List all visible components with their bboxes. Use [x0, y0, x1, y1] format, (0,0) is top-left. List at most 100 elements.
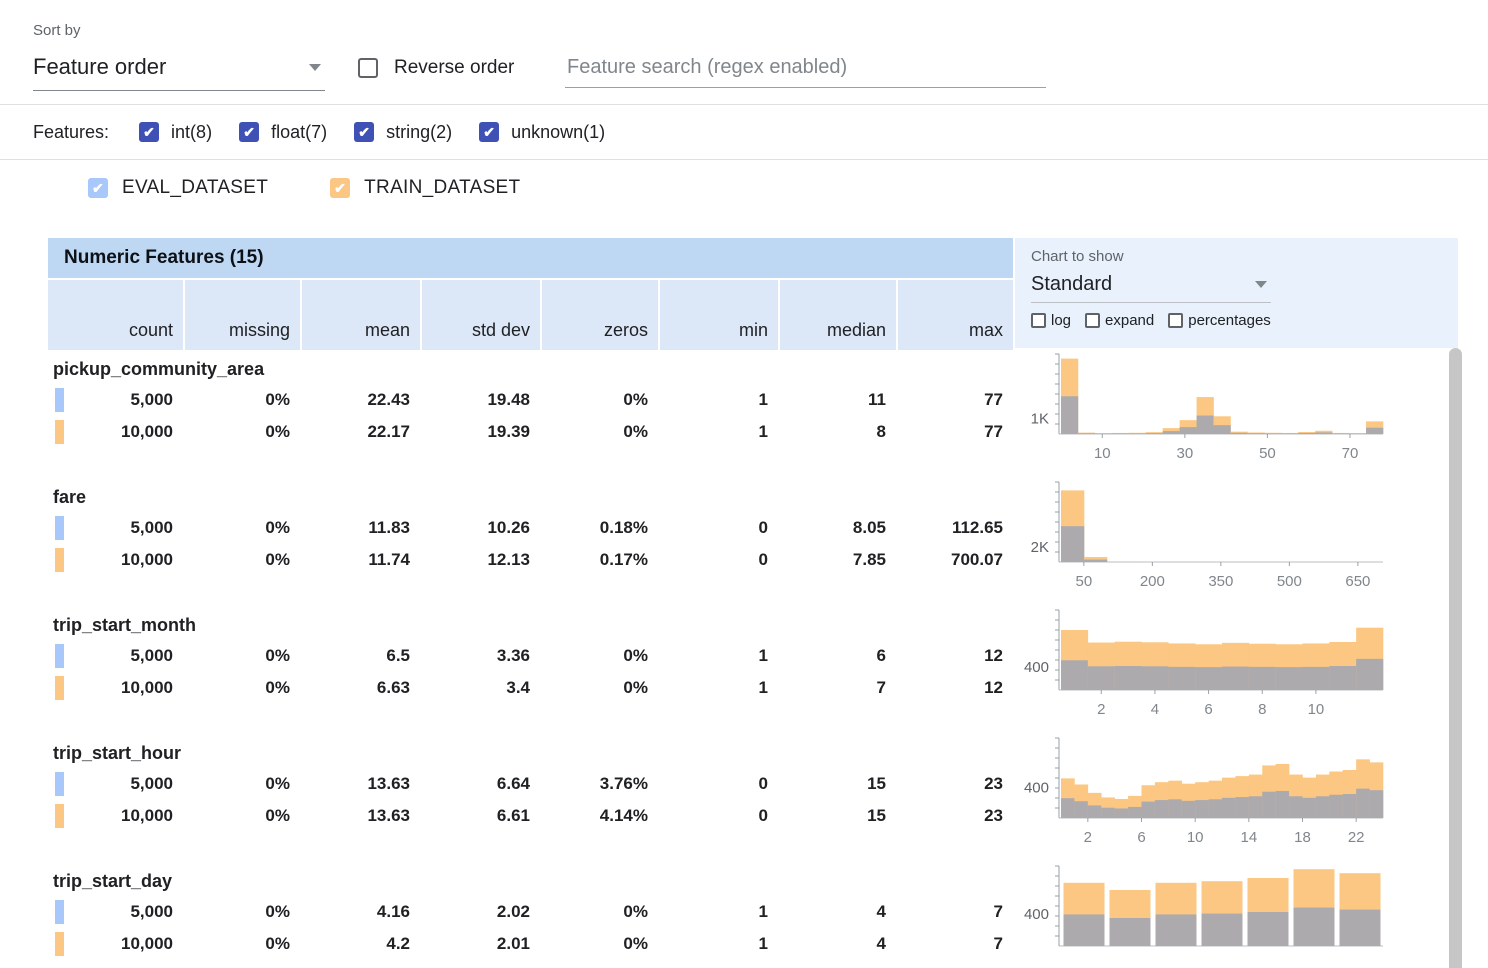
stat-cell-zeros: 3.76% [540, 774, 658, 794]
stat-value: 6.63 [377, 678, 410, 697]
stat-cell-min: 1 [658, 902, 778, 922]
stat-cell-count: 5,000 [48, 774, 183, 794]
stat-value: 5,000 [130, 518, 173, 537]
svg-text:400: 400 [1024, 780, 1049, 797]
column-header-zeros: zeros [540, 280, 658, 350]
stat-value: 7 [994, 934, 1003, 953]
checkbox-checked-icon[interactable] [139, 122, 159, 142]
stat-cell-std-dev: 19.48 [420, 390, 540, 410]
stat-value: 1 [759, 902, 768, 921]
svg-text:6: 6 [1137, 829, 1145, 846]
stat-value: 700.07 [951, 550, 1003, 569]
train-dataset-checkbox[interactable] [330, 178, 350, 198]
chart-type-dropdown[interactable]: Standard [1031, 265, 1271, 303]
svg-text:10: 10 [1094, 445, 1111, 462]
reverse-order-label: Reverse order [394, 57, 514, 79]
expand-checkbox[interactable] [1085, 313, 1100, 328]
checkbox-checked-icon[interactable] [354, 122, 374, 142]
eval-dataset-checkbox[interactable] [88, 178, 108, 198]
chart-option-checkboxes: log expand percentages [1031, 312, 1442, 329]
stat-value: 8 [877, 422, 886, 441]
filter-string[interactable]: string(2) [354, 122, 452, 143]
stat-cell-missing: 0% [183, 774, 300, 794]
stat-cell-median: 7 [778, 678, 896, 698]
svg-text:500: 500 [1277, 573, 1302, 590]
vertical-scrollbar[interactable] [1449, 348, 1462, 968]
stat-cell-std-dev: 3.36 [420, 646, 540, 666]
svg-text:650: 650 [1345, 573, 1370, 590]
histogram-pickup_community_area: 1K10305070 [1015, 352, 1395, 466]
histogram-fare: 2K50200350500650 [1015, 480, 1395, 594]
expand-option[interactable]: expand [1085, 312, 1154, 329]
eval-color-swatch [55, 644, 64, 668]
column-header-min: min [658, 280, 778, 350]
search-input[interactable] [565, 52, 1046, 88]
stat-cell-mean: 6.63 [300, 678, 420, 698]
stat-cell-median: 15 [778, 806, 896, 826]
stat-value: 1 [759, 422, 768, 441]
percentages-option[interactable]: percentages [1168, 312, 1271, 329]
feature-name: trip_start_month [48, 610, 1013, 640]
stat-cell-mean: 13.63 [300, 774, 420, 794]
histogram-trip_start_month: 400246810 [1015, 608, 1395, 722]
stat-cell-min: 0 [658, 774, 778, 794]
filter-int[interactable]: int(8) [139, 122, 212, 143]
filter-unknown[interactable]: unknown(1) [479, 122, 605, 143]
expand-label: expand [1105, 312, 1154, 329]
svg-text:10: 10 [1187, 829, 1204, 846]
stat-cell-mean: 11.74 [300, 550, 420, 570]
stat-cell-max: 12 [896, 646, 1013, 666]
reverse-order-checkbox[interactable] [358, 58, 378, 78]
stat-cell-count: 10,000 [48, 550, 183, 570]
log-checkbox[interactable] [1031, 313, 1046, 328]
filter-float[interactable]: float(7) [239, 122, 327, 143]
stat-cell-mean: 6.5 [300, 646, 420, 666]
stat-cell-median: 4 [778, 934, 896, 954]
stat-value: 5,000 [130, 902, 173, 921]
stat-value: 1 [759, 390, 768, 409]
eval-dataset-label: EVAL_DATASET [122, 177, 268, 199]
stat-value: 4.2 [386, 934, 410, 953]
histogram-trip_start_day: 400 [1015, 864, 1395, 968]
train-color-swatch [55, 804, 64, 828]
stat-cell-std-dev: 6.64 [420, 774, 540, 794]
stat-value: 23 [984, 806, 1003, 825]
svg-text:50: 50 [1259, 445, 1276, 462]
percentages-checkbox[interactable] [1168, 313, 1183, 328]
stat-cell-missing: 0% [183, 518, 300, 538]
stat-value: 22.43 [367, 390, 410, 409]
stat-value: 0% [265, 774, 290, 793]
stat-cell-std-dev: 10.26 [420, 518, 540, 538]
stat-cell-std-dev: 6.61 [420, 806, 540, 826]
stat-cell-max: 7 [896, 934, 1013, 954]
feature-block: pickup_community_area5,0000%22.4319.480%… [48, 354, 1013, 448]
filter-int-label: int(8) [171, 122, 212, 143]
stat-value: 0 [759, 518, 768, 537]
checkbox-checked-icon[interactable] [239, 122, 259, 142]
checkbox-checked-icon[interactable] [479, 122, 499, 142]
stat-cell-median: 8 [778, 422, 896, 442]
stat-cell-zeros: 4.14% [540, 806, 658, 826]
dataset-toggle-train[interactable]: TRAIN_DATASET [330, 177, 520, 199]
stat-value: 19.48 [487, 390, 530, 409]
feature-block: trip_start_month5,0000%6.53.360%161210,0… [48, 610, 1013, 704]
svg-text:200: 200 [1140, 573, 1165, 590]
feature-stat-row-eval: 5,0000%4.162.020%147 [48, 896, 1013, 928]
stat-value: 0% [265, 806, 290, 825]
features-label: Features: [33, 122, 109, 143]
stat-value: 10,000 [121, 934, 173, 953]
chart-to-show-panel: Chart to show Standard log expand percen… [1015, 238, 1458, 348]
dataset-legend: EVAL_DATASET TRAIN_DATASET [0, 160, 1488, 215]
reverse-order-control[interactable]: Reverse order [358, 57, 514, 79]
percentages-label: percentages [1188, 312, 1271, 329]
log-option[interactable]: log [1031, 312, 1071, 329]
stat-cell-min: 0 [658, 806, 778, 826]
svg-text:400: 400 [1024, 659, 1049, 676]
stat-value: 0.17% [600, 550, 648, 569]
stat-cell-median: 7.85 [778, 550, 896, 570]
column-header-row: count missing mean std dev zeros min med… [48, 280, 1013, 350]
train-color-swatch [55, 548, 64, 572]
dataset-toggle-eval[interactable]: EVAL_DATASET [88, 177, 268, 199]
sort-by-label: Sort by [33, 22, 81, 39]
sort-order-dropdown[interactable]: Feature order [33, 54, 325, 91]
